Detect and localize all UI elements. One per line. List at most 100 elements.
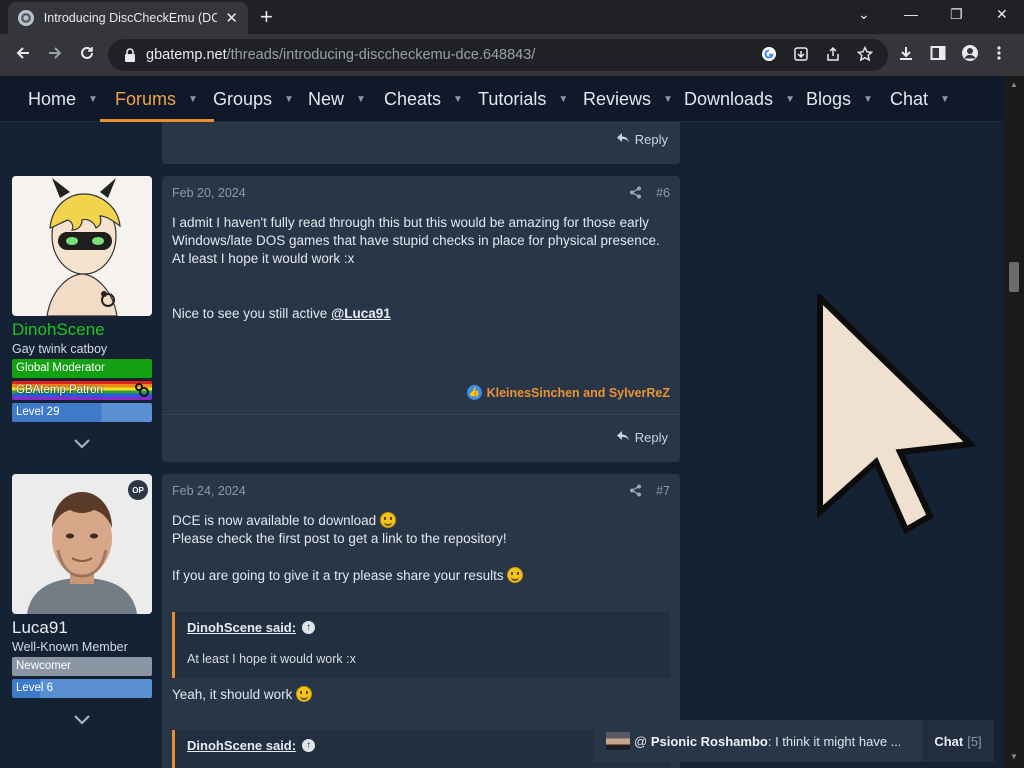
chevron-down-icon[interactable]: ▼ [663, 94, 673, 105]
tab-close-icon[interactable]: ✕ [225, 9, 238, 27]
post-text-line: Nice to see you still active @Luca91 [172, 305, 670, 323]
reactions-users: KleinesSinchen and SylverReZ [486, 385, 670, 400]
browser-tab-bar: Introducing DiscCheckEmu (DCE) ✕ + ⌄ — ❐… [0, 0, 1024, 34]
nav-cheats-label: Cheats [384, 88, 442, 109]
new-tab-button[interactable]: + [260, 4, 273, 30]
scroll-down-icon[interactable]: ▼ [1010, 752, 1018, 761]
profile-icon[interactable] [962, 45, 978, 67]
nav-forums[interactable]: Forums ▼ [100, 76, 214, 122]
nav-home-label: Home [28, 88, 77, 109]
nav-new[interactable]: New ▼ [308, 76, 366, 122]
post-message: I admit I haven't fully read through thi… [172, 214, 670, 323]
post-card: Feb 20, 2024 #6 I admit I haven't fully … [162, 176, 680, 462]
post-text-line: Yeah, it should work [172, 686, 670, 704]
reload-icon[interactable] [78, 44, 96, 66]
nav-home[interactable]: Home ▼ [28, 76, 98, 122]
arrow-up-icon[interactable]: ↑ [302, 739, 316, 752]
chevron-down-icon[interactable]: ▼ [356, 94, 366, 105]
quote-author[interactable]: DinohScene said: [187, 620, 296, 635]
post-message: DCE is now available to download Please … [172, 512, 670, 585]
reply-button[interactable]: Reply [616, 132, 668, 147]
user-mention-link[interactable]: @Luca91 [331, 306, 391, 321]
chevron-down-icon[interactable]: ▼ [188, 94, 198, 105]
bookmark-star-icon[interactable] [856, 45, 874, 64]
username[interactable]: Luca91 [12, 618, 152, 638]
window-close-button[interactable]: ✕ [996, 6, 1008, 23]
google-icon[interactable] [760, 46, 778, 64]
nav-tutorials[interactable]: Tutorials ▼ [478, 76, 568, 122]
share-icon[interactable] [629, 186, 642, 202]
quote-header[interactable]: DinohScene said: ↑ [187, 738, 316, 753]
reply-button[interactable]: Reply [616, 430, 668, 445]
scroll-thumb[interactable] [1009, 262, 1019, 292]
chevron-down-icon[interactable]: ▼ [558, 94, 568, 105]
avatar[interactable]: OP [12, 474, 152, 614]
nav-downloads-label: Downloads [684, 88, 774, 109]
chevron-down-icon[interactable] [12, 436, 152, 454]
post-date[interactable]: Feb 24, 2024 [172, 484, 246, 498]
chat-username: Psionic Roshambo [650, 733, 768, 749]
back-arrow-icon[interactable] [14, 44, 32, 66]
side-panel-icon[interactable] [930, 45, 946, 67]
url-host: gbatemp.net [146, 47, 227, 63]
chat-label: Chat [934, 733, 964, 749]
avatar[interactable] [12, 176, 152, 316]
tab-search-icon[interactable]: ⌄ [858, 6, 870, 23]
browser-tab[interactable]: Introducing DiscCheckEmu (DCE) ✕ [8, 2, 248, 34]
chevron-down-icon[interactable]: ▼ [863, 94, 873, 105]
chevron-down-icon[interactable]: ▼ [453, 94, 463, 105]
quote-author[interactable]: DinohScene said: [187, 738, 296, 753]
scroll-up-icon[interactable]: ▲ [1010, 80, 1018, 89]
nav-groups[interactable]: Groups ▼ [213, 76, 294, 122]
post-text-span: Nice to see you still active [172, 306, 332, 321]
nav-blogs[interactable]: Blogs ▼ [806, 76, 873, 122]
nav-downloads[interactable]: Downloads ▼ [684, 76, 795, 122]
banner-global-moderator: Global Moderator [12, 359, 152, 378]
chevron-down-icon[interactable]: ▼ [940, 94, 950, 105]
post-text-line: DCE is now available to download [172, 512, 670, 530]
chat-open-button[interactable]: Chat [5] [922, 720, 994, 762]
nav-chat[interactable]: Chat ▼ [890, 76, 950, 122]
post-text-line: Windows/late DOS games that have stupid … [172, 233, 660, 248]
post-author-block: DinohScene Gay twink catboy Global Moder… [12, 176, 152, 454]
previous-post-footer: Reply [162, 122, 680, 164]
address-bar[interactable]: gbatemp.net/threads/introducing-discchec… [108, 39, 888, 71]
share-icon[interactable] [629, 484, 642, 500]
nav-reviews[interactable]: Reviews ▼ [583, 76, 673, 122]
post-date[interactable]: Feb 20, 2024 [172, 186, 246, 200]
lock-icon[interactable] [124, 48, 136, 62]
nav-tutorials-label: Tutorials [478, 88, 547, 109]
reply-label: Reply [634, 132, 668, 147]
url-path: /threads/introducing-disccheckemu-dce.64… [226, 47, 536, 63]
share-icon[interactable] [824, 46, 842, 64]
smile-emoji-icon [507, 567, 524, 583]
wink-emoji-icon [296, 686, 313, 702]
nav-cheats[interactable]: Cheats ▼ [384, 76, 463, 122]
smile-emoji-icon [379, 512, 396, 528]
quote-header[interactable]: DinohScene said: ↑ [187, 620, 316, 635]
username[interactable]: DinohScene [12, 320, 152, 340]
chat-widget[interactable]: @ Psionic Roshambo: I think it might hav… [594, 720, 994, 762]
post-number[interactable]: #7 [656, 484, 670, 498]
page-scrollbar[interactable]: ▲ ▼ [1004, 76, 1024, 768]
forward-arrow-icon[interactable] [46, 44, 64, 66]
chevron-down-icon[interactable] [12, 712, 152, 730]
chevron-down-icon[interactable]: ▼ [785, 94, 795, 105]
post-author-block: OP Luca91 Well-Known Member Newcomer Lev… [12, 474, 152, 730]
post-text-span: If you are going to give it a try please… [172, 568, 504, 583]
install-app-icon[interactable] [792, 46, 810, 64]
thread-content: Reply DinohScene Gay twink catboy Global… [0, 122, 1004, 768]
browser-menu-icon[interactable] [996, 45, 1002, 67]
chat-prefix: @ [634, 733, 651, 749]
downloads-icon[interactable] [898, 45, 914, 67]
minimize-button[interactable]: — [904, 6, 918, 22]
arrow-up-icon[interactable]: ↑ [302, 621, 316, 634]
post-number[interactable]: #6 [656, 186, 670, 200]
reply-arrow-icon [616, 430, 630, 445]
restore-button[interactable]: ❐ [950, 6, 963, 23]
reactions-bar[interactable]: 👍 KleinesSinchen and SylverReZ [466, 385, 670, 400]
like-thumb-icon: 👍 [466, 385, 482, 400]
chevron-down-icon[interactable]: ▼ [284, 94, 294, 105]
chevron-down-icon[interactable]: ▼ [88, 94, 98, 105]
